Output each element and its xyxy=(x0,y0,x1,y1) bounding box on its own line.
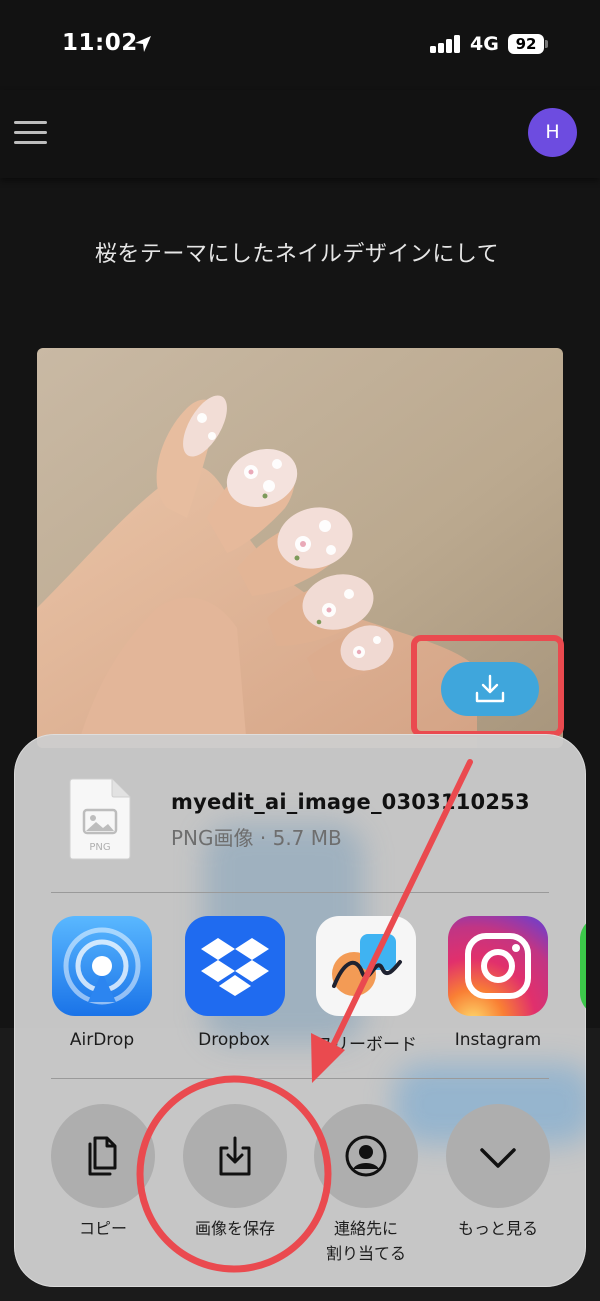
assign-to-contact-label-line2: 割り当てる xyxy=(325,1244,406,1263)
copy-icon xyxy=(88,1136,117,1176)
hamburger-menu-icon[interactable] xyxy=(14,121,47,145)
save-image-button[interactable] xyxy=(183,1104,287,1208)
share-sheet: PNG myedit_ai_image_0303110253 PNG画像 · 5… xyxy=(14,734,586,1287)
chevron-down-icon xyxy=(480,1148,516,1168)
next-app-peek[interactable] xyxy=(580,916,586,1016)
more-button[interactable] xyxy=(446,1104,550,1208)
file-name: myedit_ai_image_0303110253 xyxy=(171,790,530,814)
signal-icon xyxy=(430,35,461,53)
dropbox-app-button[interactable] xyxy=(185,916,285,1016)
prompt-text: 桜をテーマにしたネイルデザインにして xyxy=(94,242,500,267)
airdrop-label: AirDrop xyxy=(69,1030,135,1050)
assign-to-contact-button[interactable] xyxy=(314,1104,418,1208)
assign-to-contact-label-line1: 連絡先に xyxy=(333,1219,398,1238)
divider xyxy=(51,892,549,893)
save-image-label: 画像を保存 xyxy=(194,1219,275,1238)
dropbox-icon xyxy=(185,916,285,1016)
network-type: 4G xyxy=(470,33,499,55)
instagram-label: Instagram xyxy=(454,1030,542,1050)
instagram-icon xyxy=(448,916,548,1016)
battery-icon: 92 xyxy=(508,34,544,54)
freeform-label: フリーボード xyxy=(315,1035,417,1055)
more-label: もっと見る xyxy=(457,1219,538,1238)
screen: 11:02 4G 92 H 桜をテーマにしたネイルデザインにして PNG mye… xyxy=(0,0,600,1301)
save-image-icon xyxy=(219,1136,251,1176)
copy-button[interactable] xyxy=(51,1104,155,1208)
status-bar: 11:02 4G 92 xyxy=(0,0,600,90)
assign-to-contact-label: 連絡先に 割り当てる xyxy=(296,1216,436,1266)
app-header: H xyxy=(0,90,600,178)
instagram-app-button[interactable] xyxy=(448,916,548,1016)
freeform-app-button[interactable] xyxy=(316,916,416,1016)
battery-tip xyxy=(545,40,548,48)
airdrop-icon xyxy=(52,916,152,1016)
freeform-icon xyxy=(316,916,416,1016)
file-meta: PNG画像 · 5.7 MB xyxy=(171,826,342,850)
avatar[interactable]: H xyxy=(528,108,577,157)
divider xyxy=(51,1078,549,1079)
airdrop-app-button[interactable] xyxy=(52,916,152,1016)
contact-icon xyxy=(345,1135,387,1177)
copy-label: コピー xyxy=(78,1219,127,1238)
file-type-label: PNG xyxy=(89,842,111,853)
location-arrow-icon xyxy=(135,36,151,52)
status-time: 11:02 xyxy=(62,30,138,56)
annotation-highlight-box xyxy=(411,635,564,737)
dropbox-label: Dropbox xyxy=(198,1030,270,1050)
